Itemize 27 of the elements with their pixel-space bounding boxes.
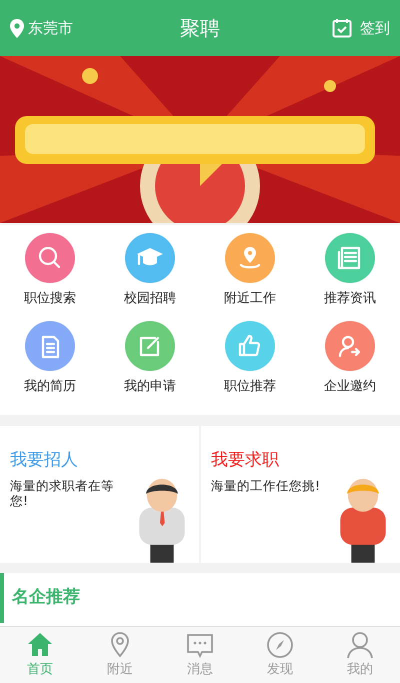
card-text: 海量的工作任您挑! bbox=[211, 478, 322, 494]
shortcut-label[interactable]: 我的申请 bbox=[124, 377, 176, 396]
location-pin-icon[interactable] bbox=[225, 233, 275, 283]
shortcut-label[interactable]: 企业邀约 bbox=[324, 377, 376, 396]
shortcut-label[interactable]: 职位搜索 bbox=[24, 289, 76, 308]
shortcut-label[interactable]: 职位推荐 bbox=[224, 377, 276, 396]
shortcut-label[interactable]: 附近工作 bbox=[224, 289, 276, 308]
newspaper-icon[interactable] bbox=[325, 233, 375, 283]
user-icon bbox=[345, 630, 375, 660]
thumbs-up-icon[interactable] bbox=[225, 321, 275, 371]
card-title: 我要招人 bbox=[10, 449, 79, 472]
document-icon[interactable] bbox=[25, 321, 75, 371]
promo-card[interactable]: 我要求职 海量的工作任您挑! bbox=[201, 426, 400, 563]
compass-icon bbox=[265, 630, 295, 660]
graduation-cap-icon[interactable] bbox=[125, 233, 175, 283]
card-title: 我要求职 bbox=[211, 449, 280, 472]
calendar-check-icon bbox=[332, 18, 352, 38]
shortcut-label[interactable]: 校园招聘 bbox=[124, 289, 176, 308]
card-text: 海量的求职者在等您! bbox=[10, 478, 115, 509]
edit-icon[interactable] bbox=[125, 321, 175, 371]
app-title: 聚聘 bbox=[180, 15, 220, 42]
shortcut-label[interactable]: 推荐资讯 bbox=[324, 289, 376, 308]
location-pin-icon bbox=[10, 18, 24, 38]
search-icon[interactable] bbox=[25, 233, 75, 283]
shortcut-label[interactable]: 我的简历 bbox=[24, 377, 76, 396]
promo-card[interactable]: 我要招人 海量的求职者在等您! bbox=[0, 426, 199, 563]
section-title: 名企推荐 bbox=[12, 586, 80, 610]
